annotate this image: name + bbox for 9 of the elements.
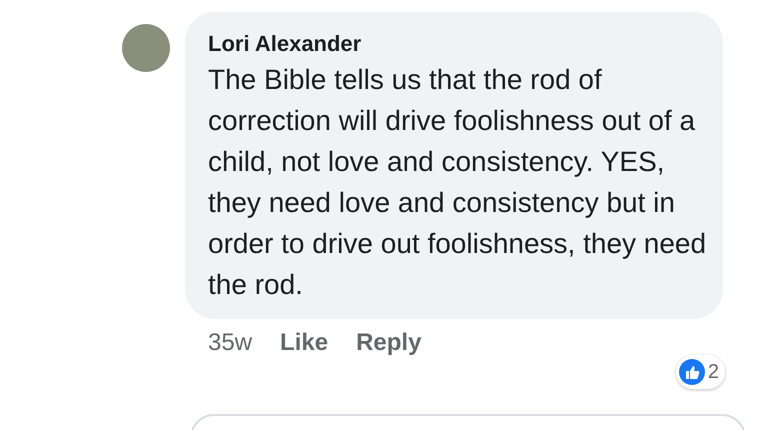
reaction-count: 2 [708, 360, 719, 385]
reaction-badge[interactable]: 2 [676, 355, 725, 389]
reply-link[interactable]: Reply [356, 325, 422, 361]
avatar[interactable] [122, 24, 170, 72]
comment-time: 35w [208, 328, 252, 358]
author-name[interactable]: Lori Alexander [208, 30, 709, 58]
comment-text: The Bible tells us that the rod of correction will drive foolishness out of a child, not love and consistency. YES, they need love and consistency but in order to drive out foolishness, they need the rod. [208, 63, 708, 302]
thumbs-up-icon [678, 359, 705, 385]
like-link[interactable]: Like [280, 325, 328, 361]
